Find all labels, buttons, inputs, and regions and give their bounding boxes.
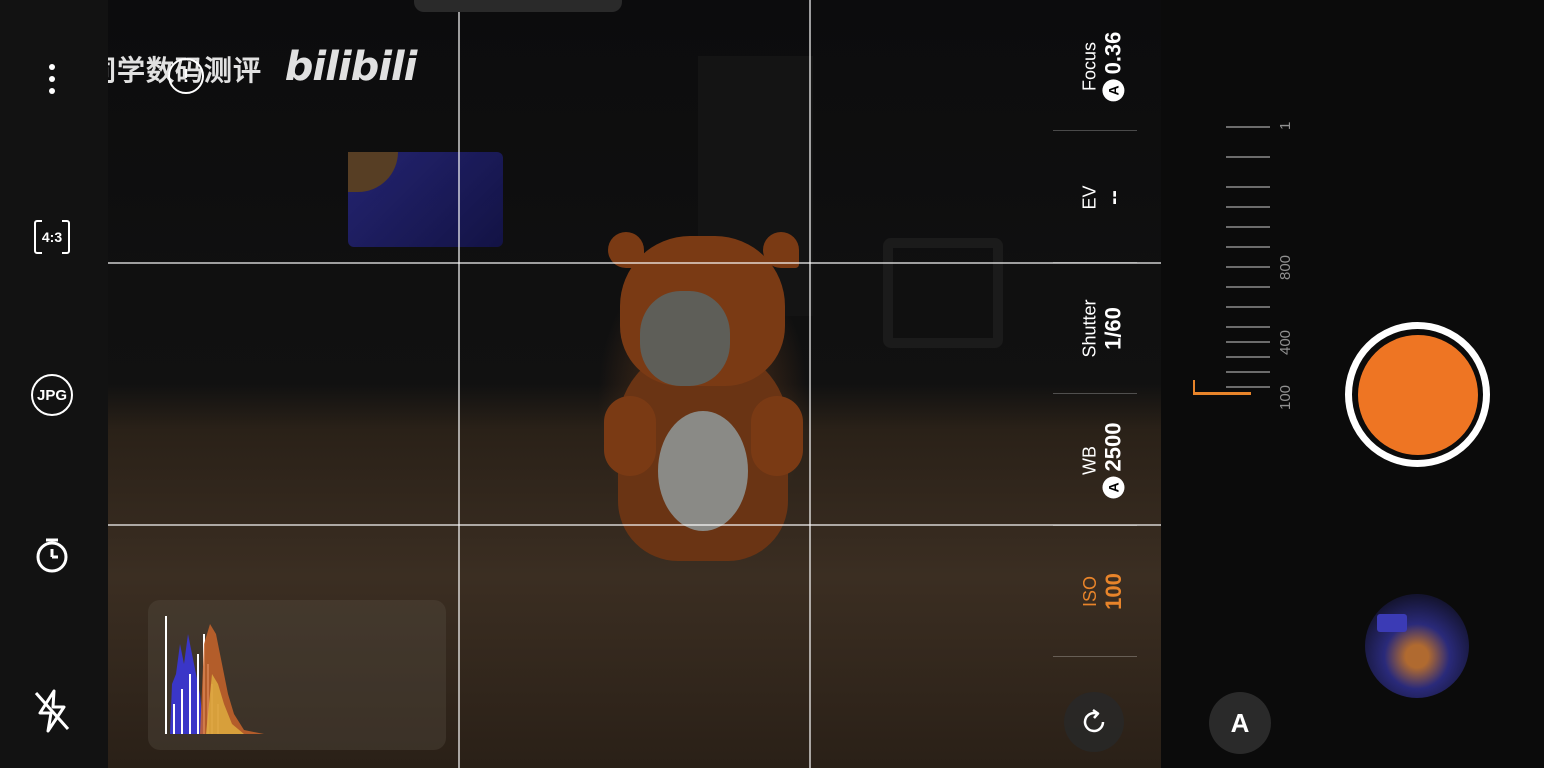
focus-value: 0.36	[1100, 31, 1126, 74]
wb-auto-badge: A	[1102, 475, 1125, 498]
top-pull-tab[interactable]	[414, 0, 622, 12]
shutter-label: Shutter	[1079, 298, 1100, 358]
grid-line	[108, 524, 1161, 526]
right-panel: 100 400 800 1 A	[1161, 0, 1544, 768]
aspect-ratio-label: 4:3	[41, 229, 63, 245]
divider	[1053, 262, 1137, 263]
iso-dial-label: 1	[1277, 121, 1294, 130]
aspect-ratio-icon: 4:3	[34, 218, 70, 256]
histogram	[148, 600, 446, 750]
focus-label: Focus	[1079, 41, 1100, 91]
scene-display	[348, 152, 503, 247]
grid-line	[458, 0, 460, 768]
ev-value: --	[1100, 189, 1126, 205]
iso-control[interactable]: ISO 100	[1051, 570, 1155, 612]
more-vert-icon[interactable]	[22, 54, 82, 104]
wb-label: WB	[1079, 445, 1100, 475]
aspect-ratio-button[interactable]: 4:3	[22, 212, 82, 262]
iso-dial-label: 100	[1277, 384, 1294, 410]
shutter-button-core	[1357, 334, 1478, 455]
shutter-value: 1/60	[1100, 306, 1126, 350]
ev-control[interactable]: EV --	[1051, 176, 1155, 218]
iso-label: ISO	[1079, 575, 1100, 607]
jpg-format-icon: JPG	[31, 374, 73, 416]
iso-dial-label: 800	[1277, 254, 1294, 280]
timer-icon	[36, 538, 68, 573]
timer-button[interactable]	[22, 530, 82, 580]
focus-auto-badge: A	[1102, 78, 1125, 101]
watermark: 小王同学数码测评 bilibili	[108, 44, 418, 90]
iso-dial-label: 400	[1277, 329, 1294, 355]
viewfinder[interactable]: ! 小王同学数码测评 bilibili Focus A0.36 EV	[108, 0, 1161, 768]
shutter-control[interactable]: Shutter 1/60	[1051, 299, 1155, 357]
iso-dial-indicator	[1193, 392, 1251, 395]
wb-value: 2500	[1100, 422, 1126, 471]
grid-line	[108, 262, 1161, 264]
shutter-button[interactable]	[1345, 322, 1490, 467]
flash-off-icon	[34, 689, 70, 733]
watermark-text: 小王同学数码测评	[108, 55, 263, 86]
divider	[1053, 525, 1137, 526]
scene-frame	[883, 238, 1003, 348]
divider	[1053, 393, 1137, 394]
reset-icon	[1083, 708, 1105, 733]
ev-label: EV	[1079, 184, 1100, 210]
auto-mode-button[interactable]: A	[1209, 692, 1271, 754]
flash-button[interactable]	[22, 686, 82, 736]
focus-control[interactable]: Focus A 0.36	[1051, 31, 1155, 101]
scene-subject	[600, 232, 805, 566]
wb-control[interactable]: WB A 2500	[1051, 422, 1155, 498]
divider	[1053, 130, 1137, 131]
iso-dial[interactable]: 100 400 800 1	[1181, 110, 1301, 410]
gallery-thumbnail[interactable]	[1365, 594, 1469, 698]
divider	[1053, 656, 1137, 657]
format-button[interactable]: JPG	[22, 370, 82, 420]
auto-mode-label: A	[1230, 707, 1250, 738]
left-toolbar: 4:3 JPG	[0, 0, 108, 768]
reset-button[interactable]	[1064, 692, 1124, 752]
grid-line	[809, 0, 811, 768]
watermark-logo: bilibili	[284, 44, 418, 90]
format-label: JPG	[34, 386, 69, 404]
iso-value: 100	[1100, 572, 1126, 610]
